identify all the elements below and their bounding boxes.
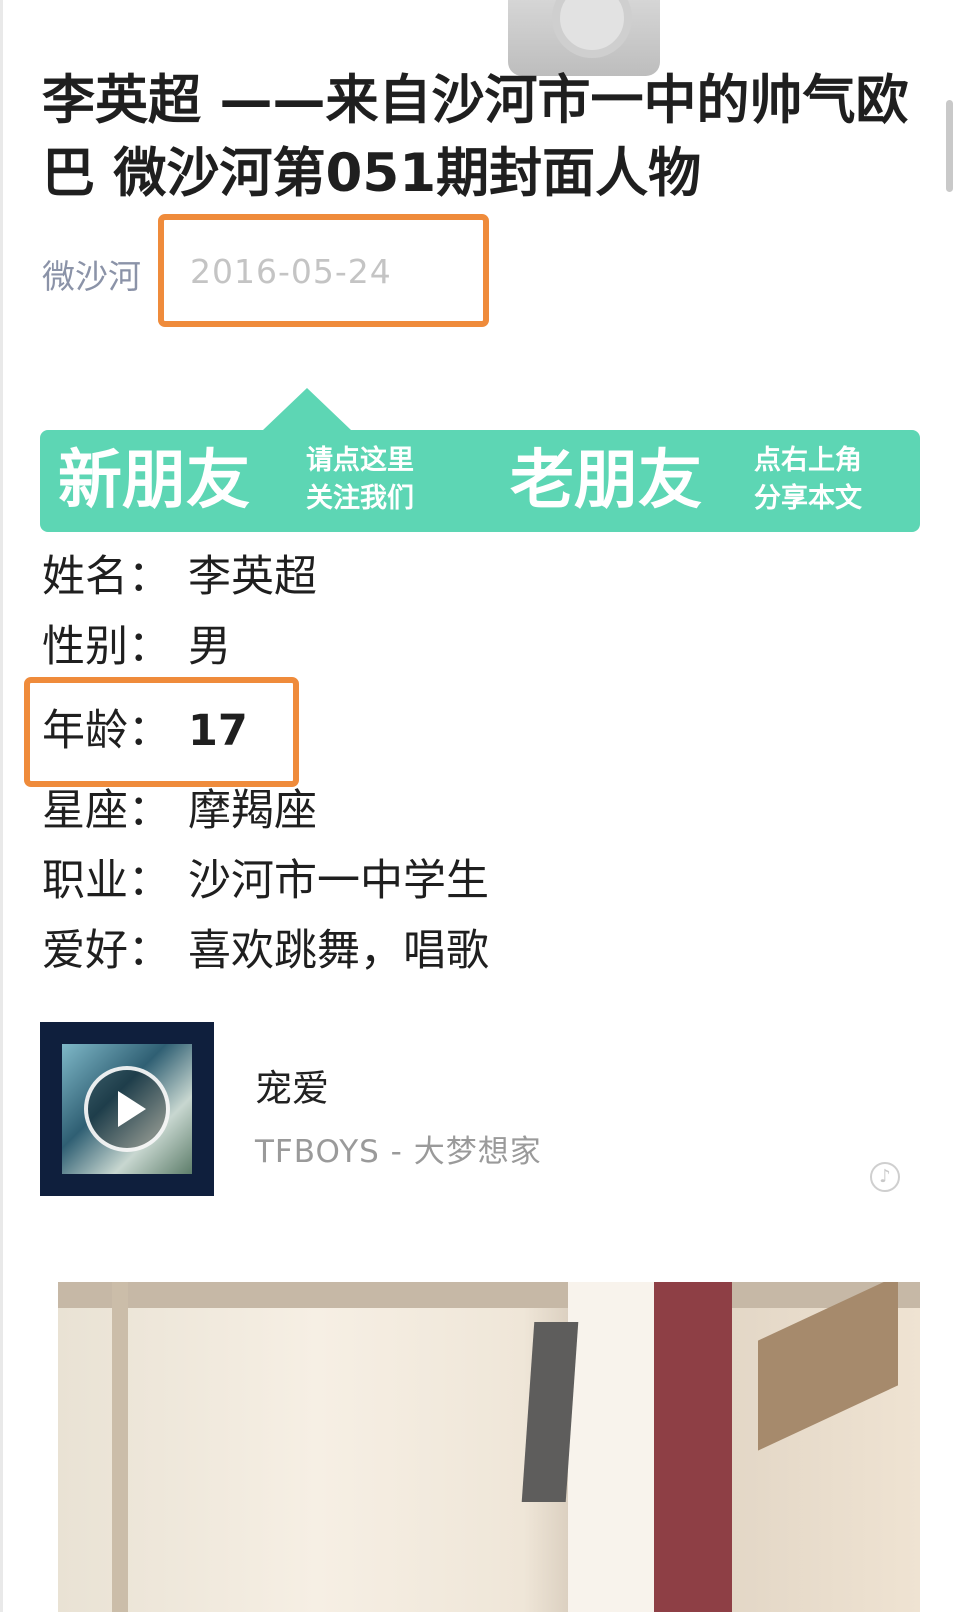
- new-friend-hint: 请点这里 关注我们: [306, 442, 414, 518]
- album-cover[interactable]: [40, 1022, 214, 1196]
- article-title: 李英超 ——来自沙河市一中的帅气欧巴 微沙河第051期封面人物: [42, 70, 909, 204]
- profile-value: 沙河市一中学生: [188, 856, 489, 906]
- music-note-icon: ♪: [870, 1162, 900, 1192]
- date-highlight-box: [158, 214, 489, 327]
- profile-occupation: 职业： 沙河市一中学生: [42, 856, 489, 906]
- new-friend-label: 新朋友: [58, 444, 250, 518]
- profile-value: 男: [188, 622, 231, 672]
- profile-value: 李英超: [188, 552, 317, 602]
- new-friend-hint-line-1: 请点这里: [306, 445, 414, 476]
- old-friend-label: 老朋友: [510, 444, 702, 518]
- profile-key: 性别：: [42, 622, 171, 672]
- profile-key: 姓名：: [42, 552, 171, 602]
- widget-knob: [552, 0, 632, 58]
- scrollbar-thumb[interactable]: [946, 100, 953, 192]
- article-photo: [58, 1282, 920, 1612]
- profile-value: 喜欢跳舞，唱歌: [188, 926, 489, 976]
- new-friend-hint-line-2: 关注我们: [306, 483, 414, 514]
- follow-banner[interactable]: 新朋友 请点这里 关注我们 老朋友 点右上角 分享本文: [40, 430, 920, 532]
- song-title: 宠爱: [255, 1067, 329, 1110]
- play-icon[interactable]: [84, 1066, 170, 1152]
- age-highlight-box: [24, 677, 299, 787]
- profile-key: 星座：: [42, 786, 171, 836]
- profile-hobby: 爱好： 喜欢跳舞，唱歌: [42, 926, 489, 976]
- left-edge: [0, 0, 3, 1612]
- music-player-card[interactable]: 宠爱 TFBOYS - 大梦想家 ♪: [40, 1022, 920, 1198]
- profile-value: 摩羯座: [188, 786, 317, 836]
- banner-pointer: [263, 388, 351, 430]
- old-friend-hint-line-1: 点右上角: [754, 445, 862, 476]
- old-friend-hint: 点右上角 分享本文: [754, 442, 862, 518]
- profile-key: 爱好：: [42, 926, 171, 976]
- song-artist: TFBOYS - 大梦想家: [255, 1134, 542, 1170]
- profile-gender: 性别： 男: [42, 622, 231, 672]
- profile-zodiac: 星座： 摩羯座: [42, 786, 317, 836]
- profile-name: 姓名： 李英超: [42, 552, 317, 602]
- old-friend-hint-line-2: 分享本文: [754, 483, 862, 514]
- profile-key: 职业：: [42, 856, 171, 906]
- account-name[interactable]: 微沙河: [42, 250, 141, 298]
